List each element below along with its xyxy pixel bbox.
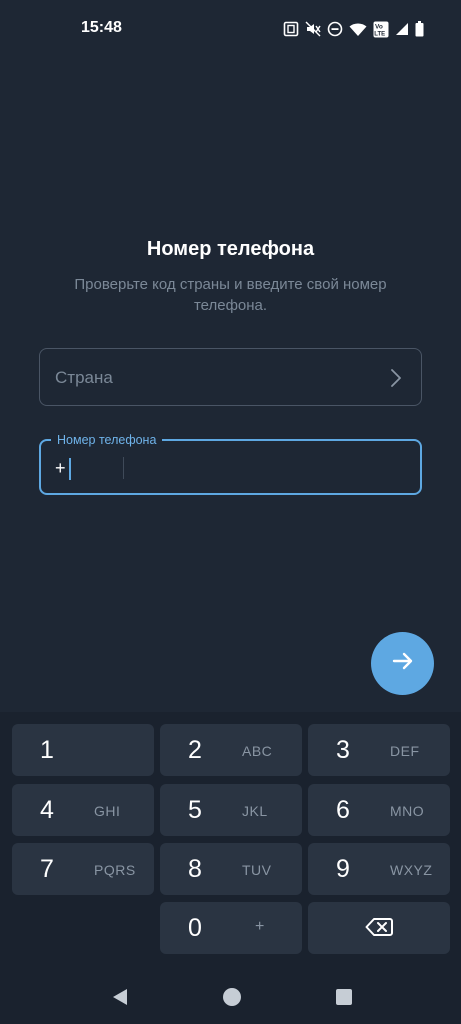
key-digit: 5: [188, 796, 202, 824]
key-1[interactable]: 1: [12, 724, 154, 776]
volte-icon: Vo LTE: [373, 21, 389, 38]
nfc-icon: [283, 21, 299, 37]
phone-number-input[interactable]: [133, 449, 413, 487]
key-digit: 7: [40, 855, 54, 883]
key-letters: DEF: [390, 743, 420, 759]
status-time: 15:48: [81, 19, 122, 36]
arrow-right-icon: [392, 651, 414, 676]
back-icon[interactable]: [110, 987, 130, 1012]
key-digit: 8: [188, 855, 202, 883]
key-digit: 4: [40, 796, 54, 824]
page-title: Номер телефона: [146, 238, 315, 260]
signal-icon: [395, 22, 409, 36]
phone-number-screen: 15:48 Vo LTE Номер телефона Проверьте ко…: [0, 0, 461, 1024]
backspace-key[interactable]: [308, 902, 450, 954]
dnd-icon: [327, 21, 343, 37]
phone-field-label: Номер телефона: [51, 432, 163, 448]
backspace-icon: [365, 917, 393, 942]
key-letters: MNO: [390, 803, 425, 819]
country-code-prefix[interactable]: +: [55, 458, 66, 479]
status-icons: Vo LTE: [283, 19, 424, 39]
key-6[interactable]: 6 MNO: [308, 784, 450, 836]
status-bar: 15:48 Vo LTE: [0, 0, 461, 56]
country-selector[interactable]: Страна: [39, 348, 422, 406]
home-icon[interactable]: [222, 987, 242, 1012]
key-0[interactable]: 0 +: [160, 902, 302, 954]
key-digit: 6: [336, 796, 350, 824]
code-divider: [123, 457, 124, 479]
key-5[interactable]: 5 JKL: [160, 784, 302, 836]
key-8[interactable]: 8 TUV: [160, 843, 302, 895]
key-letters: WXYZ: [390, 862, 433, 878]
wifi-icon: [349, 22, 367, 37]
key-2[interactable]: 2 ABC: [160, 724, 302, 776]
battery-icon: [415, 21, 424, 37]
recents-icon[interactable]: [334, 987, 354, 1012]
next-button[interactable]: [371, 632, 434, 695]
mute-icon: [305, 21, 321, 37]
key-letters: GHI: [94, 803, 121, 819]
system-navigation-bar: [0, 970, 461, 1024]
key-digit: 2: [188, 736, 202, 764]
key-letters: ABC: [242, 743, 273, 759]
key-letters: JKL: [242, 803, 268, 819]
key-letters: PQRS: [94, 862, 136, 878]
country-placeholder: Страна: [55, 368, 113, 387]
key-digit: 1: [40, 736, 54, 764]
key-7[interactable]: 7 PQRS: [12, 843, 154, 895]
chevron-right-icon: [390, 368, 402, 393]
phone-number-field[interactable]: Номер телефона +: [39, 432, 422, 495]
svg-text:Vo: Vo: [375, 23, 383, 30]
page-subtitle: Проверьте код страны и введите свой номе…: [74, 276, 387, 314]
key-letters: TUV: [242, 862, 272, 878]
key-digit: 0: [188, 914, 202, 942]
key-4[interactable]: 4 GHI: [12, 784, 154, 836]
key-plus: +: [255, 918, 265, 935]
numeric-keypad: 1 2 ABC 3 DEF 4 GHI 5 JKL 6 MNO 7 PQRS 8: [0, 712, 461, 970]
text-caret: [69, 458, 71, 480]
key-digit: 3: [336, 736, 350, 764]
key-digit: 9: [336, 855, 350, 883]
svg-text:LTE: LTE: [374, 31, 385, 37]
key-9[interactable]: 9 WXYZ: [308, 843, 450, 895]
key-3[interactable]: 3 DEF: [308, 724, 450, 776]
